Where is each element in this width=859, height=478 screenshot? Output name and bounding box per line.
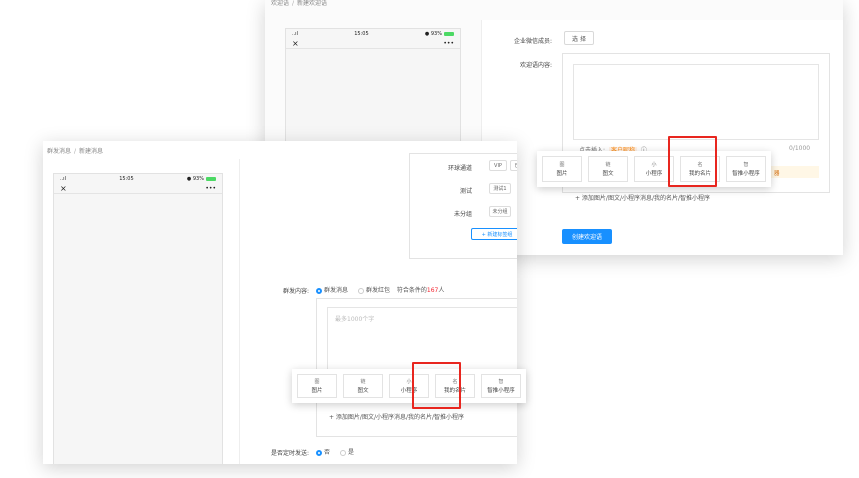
- tag-filter-box: 环球通道 VIP 已 测试 测试1 未分组 未分组 + 新建标签组: [409, 153, 517, 259]
- add-attachment-link[interactable]: + 添加图片/图文/小程序消息/我的名片/智推小程序: [575, 193, 710, 202]
- phone-nav-bar: × •••: [54, 184, 222, 194]
- tag-chip[interactable]: 测试1: [489, 183, 511, 194]
- filter-label: 未分组: [453, 211, 472, 218]
- close-icon[interactable]: ×: [292, 39, 299, 48]
- miniprogram-icon: 小: [651, 162, 657, 168]
- match-count-text: 符合条件的167人: [396, 287, 445, 294]
- send-content-label: 群发内容:: [282, 288, 309, 295]
- timed-send-options: 否 是: [316, 447, 354, 456]
- breadcrumb-item: 新建欢迎语: [297, 0, 328, 7]
- image-tool-button[interactable]: 图图片: [542, 156, 582, 182]
- radio-off-icon: [357, 287, 364, 294]
- phone-status-bar: ..ıl 15:05 ● 93%: [286, 29, 460, 39]
- article-tool-button[interactable]: 链图文: [588, 156, 628, 182]
- new-tag-group-button[interactable]: + 新建标签组: [471, 228, 517, 240]
- smart-miniprogram-tool-button[interactable]: 智智推小程序: [481, 374, 521, 398]
- more-icon[interactable]: •••: [205, 185, 216, 192]
- radio-off-icon: [339, 449, 346, 456]
- radio-red-packet[interactable]: 群发红包: [357, 287, 390, 294]
- char-counter: 0/1000: [789, 145, 811, 152]
- battery-indicator: ● 93%: [187, 176, 216, 182]
- signal-icon: ..ıl: [292, 31, 298, 37]
- article-tool-button[interactable]: 链图文: [343, 374, 383, 398]
- content-label: 欢迎语内容:: [519, 62, 552, 69]
- alarm-icon: ●: [424, 31, 430, 37]
- tag-chip[interactable]: 未分组: [489, 206, 511, 217]
- breadcrumb-item[interactable]: 群发消息: [47, 148, 71, 155]
- welcome-form: 企业微信成员: 选 择 欢迎语内容: 点击插入: 客户昵称 ⓘ 0/1000 器…: [481, 20, 843, 255]
- radio-mass-message[interactable]: 群发消息: [316, 287, 348, 294]
- link-icon: 链: [360, 379, 366, 385]
- battery-icon: [205, 176, 216, 181]
- filter-label: 环球通道: [447, 165, 472, 172]
- more-icon[interactable]: •••: [443, 40, 454, 47]
- radio-on-icon: [316, 287, 322, 294]
- send-type-options: 群发消息 群发红包 符合条件的167人: [316, 285, 444, 294]
- column-divider: [239, 159, 240, 464]
- attachment-toolbar: 图图片 链图文 小小程序 名我的名片 智智推小程序: [292, 369, 526, 403]
- phone-time: 15:05: [354, 31, 369, 37]
- timed-send-label: 是否定时发送:: [270, 450, 309, 457]
- battery-icon: [443, 31, 454, 36]
- image-tool-button[interactable]: 图图片: [297, 374, 337, 398]
- image-icon: 图: [314, 379, 320, 385]
- phone-time: 15:05: [119, 176, 134, 182]
- filter-label: 测试: [459, 188, 472, 195]
- breadcrumb: 群发消息 / 新建消息: [47, 148, 104, 155]
- miniprogram-icon: 小: [406, 379, 412, 385]
- highlight-business-card: [668, 136, 717, 187]
- create-welcome-button[interactable]: 创建欢迎语: [562, 229, 612, 244]
- signal-icon: ..ıl: [60, 176, 66, 182]
- member-label: 企业微信成员:: [513, 38, 552, 45]
- smart-miniprogram-tool-button[interactable]: 智智推小程序: [726, 156, 766, 182]
- close-icon[interactable]: ×: [60, 184, 67, 193]
- highlight-business-card: [412, 362, 461, 409]
- link-icon: 链: [605, 162, 611, 168]
- tag-chip[interactable]: 已: [510, 160, 517, 171]
- breadcrumb-item[interactable]: 欢迎语: [271, 0, 289, 7]
- phone-preview: ..ıl 15:05 ● 93% × •••: [53, 173, 223, 464]
- attachment-toolbar: 图图片 链图文 小小程序 名我的名片 智智推小程序: [537, 151, 771, 187]
- smart-icon: 智: [743, 162, 749, 168]
- phone-status-bar: ..ıl 15:05 ● 93%: [54, 174, 222, 184]
- select-member-button[interactable]: 选 择: [564, 31, 594, 45]
- radio-timed-yes[interactable]: 是: [339, 449, 354, 456]
- breadcrumb: 欢迎语 / 新建欢迎语: [271, 0, 328, 7]
- phone-nav-bar: × •••: [286, 39, 460, 49]
- smart-icon: 智: [498, 379, 504, 385]
- alarm-icon: ●: [186, 176, 192, 182]
- battery-indicator: ● 93%: [425, 31, 454, 37]
- mass-message-panel: 群发消息 / 新建消息 ..ıl 15:05 ● 93% × ••• 环球通道 VI…: [43, 141, 517, 464]
- radio-on-icon: [316, 449, 322, 456]
- image-icon: 图: [559, 162, 565, 168]
- add-attachment-link[interactable]: + 添加图片/图文/小程序消息/我的名片/智推小程序: [329, 412, 464, 421]
- textarea-placeholder: 最多1000个字: [335, 316, 375, 323]
- radio-timed-no[interactable]: 否: [316, 449, 330, 456]
- tag-chip[interactable]: VIP: [489, 160, 507, 171]
- breadcrumb-item: 新建消息: [79, 148, 104, 155]
- welcome-textarea[interactable]: [573, 64, 819, 140]
